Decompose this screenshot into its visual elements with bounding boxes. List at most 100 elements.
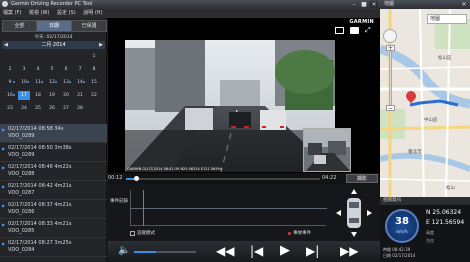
calendar-day[interactable]: 3: [18, 65, 30, 74]
left-panel: 全部 日期 已保護 今天: 02/17/2014 ◀ 二月 2014 ▶ 123…: [0, 18, 107, 262]
tab-date[interactable]: 日期: [36, 20, 72, 32]
calendar-day[interactable]: 12: [46, 78, 58, 87]
clip-list-item[interactable]: ▶ 02/17/2014 08:42 4m21s VDO_0287: [0, 181, 107, 200]
month-header: ◀ 二月 2014 ▶: [2, 41, 105, 49]
pip-scene: [304, 129, 350, 171]
camera-icon[interactable]: [350, 27, 359, 34]
event-graph[interactable]: [130, 190, 327, 226]
clip-list-item[interactable]: ▶ 02/17/2014 08:50 3m38s VDO_0289: [0, 143, 107, 162]
calendar-day[interactable]: 1: [88, 52, 100, 61]
map-place-label: 中山區: [424, 118, 438, 123]
calendar-day[interactable]: 14: [74, 78, 86, 87]
volume-slider[interactable]: [134, 251, 196, 253]
calendar-day[interactable]: 20: [60, 91, 72, 100]
calendar-day[interactable]: 2: [4, 65, 16, 74]
calendar-day[interactable]: 27: [60, 104, 72, 113]
next-frame-icon[interactable]: ▶|: [306, 244, 319, 258]
window-title: Garmin Driving Recorder PC Tool: [11, 1, 93, 7]
tab-all[interactable]: 全部: [2, 20, 37, 32]
menu-help[interactable]: 說明 (H): [80, 9, 105, 18]
clip-play-icon: ▶: [2, 127, 6, 132]
calendar-day[interactable]: 8: [88, 65, 100, 74]
menu-settings[interactable]: 設定 (S): [54, 9, 79, 18]
zoom-in-button[interactable]: +: [386, 45, 395, 52]
map-panel[interactable]: 地圖 + − 松山區 中山區 臺北市 松山: [380, 9, 470, 197]
calendar-day[interactable]: 28: [74, 104, 86, 113]
calendar-day[interactable]: 26: [46, 104, 58, 113]
calendar-day[interactable]: 10: [18, 78, 30, 87]
pip-video[interactable]: [303, 128, 351, 172]
longitude-value: E 121.56594: [426, 219, 465, 226]
rewind-icon[interactable]: ◀◀: [216, 244, 234, 258]
speedometer: 38 km/h: [385, 209, 419, 243]
calendar-day[interactable]: 5: [46, 65, 58, 74]
map-search-box[interactable]: 地圖: [427, 14, 467, 24]
calendar-day[interactable]: 17: [18, 91, 30, 100]
month-label: 二月 2014: [41, 42, 66, 48]
clip-list-item[interactable]: ▶ 02/17/2014 08:46 4m22s VDO_0288: [0, 162, 107, 181]
map-close-button[interactable]: ✕: [460, 1, 468, 8]
close-button[interactable]: ✕: [370, 1, 378, 8]
calendar-day[interactable]: 13: [60, 78, 72, 87]
calendar-day[interactable]: 4: [32, 65, 44, 74]
calendar-day[interactable]: 18: [32, 91, 44, 100]
seek-track[interactable]: [126, 176, 320, 181]
elapsed-time: 00:12: [108, 175, 123, 181]
previous-frame-icon[interactable]: |◀: [250, 244, 263, 258]
fullscreen-icon[interactable]: ⤢: [365, 27, 371, 34]
fast-forward-icon[interactable]: ▶▶: [340, 244, 358, 258]
clip-list-item[interactable]: ▶ 02/17/2014 08:27 3m25s VDO_0284: [0, 238, 107, 257]
clip-list-item[interactable]: ▶ 02/17/2014 08:33 4m21s VDO_0285: [0, 219, 107, 238]
calendar-day[interactable]: 6: [60, 65, 72, 74]
clip-time: 02/17/2014 08:27 3m25s: [8, 240, 72, 246]
menu-file[interactable]: 檔案 (F): [0, 9, 24, 18]
menu-view[interactable]: 檢視 (W): [26, 9, 52, 18]
clip-play-icon: ▶: [2, 222, 6, 227]
map-pan-control[interactable]: [383, 29, 397, 43]
calendar-day[interactable]: 15: [88, 78, 100, 87]
calendar-day[interactable]: 16: [4, 91, 16, 100]
map-zoom-slider[interactable]: [389, 47, 392, 107]
clip-list: ▶ 02/17/2014 08:58 34s VDO_0289 ▶ 02/17/2014…: [0, 124, 107, 262]
clip-time: 02/17/2014 08:33 4m21s: [8, 221, 72, 227]
calendar-day[interactable]: 22: [88, 91, 100, 100]
calendar-day[interactable]: 11: [32, 78, 44, 87]
play-icon[interactable]: ▶: [280, 244, 290, 258]
calendar-day: [4, 52, 16, 61]
calendar-day[interactable]: 25: [32, 104, 44, 113]
event-marker-label: 事故事件: [293, 231, 311, 236]
menu-bar: 檔案 (F) 檢視 (W) 設定 (S) 說明 (H): [0, 9, 380, 18]
calendar-day: [46, 52, 58, 61]
maximize-button[interactable]: ■: [360, 1, 368, 8]
seek-handle[interactable]: [133, 176, 139, 181]
calendar-day[interactable]: 21: [74, 91, 86, 100]
clip-name: VDO_0289: [8, 152, 35, 158]
calendar-day[interactable]: 24: [18, 104, 30, 113]
minimize-button[interactable]: –: [350, 1, 358, 8]
calendar-day[interactable]: 7: [74, 65, 86, 74]
calendar-day: [32, 52, 44, 61]
calendar-day: [60, 52, 72, 61]
gps-info-panel: 相關資訊 38 km/h N 25.06324 E 121.56594 高度 方…: [380, 197, 470, 262]
tab-protected[interactable]: 已保護: [71, 20, 107, 32]
clip-name: VDO_0285: [8, 228, 35, 234]
next-month-button[interactable]: ▶: [99, 41, 103, 49]
clip-time: 02/17/2014 08:46 4m22s: [8, 164, 72, 170]
calendar-day[interactable]: 9: [4, 78, 16, 87]
clip-name: VDO_0288: [8, 171, 35, 177]
volume-icon[interactable]: 🔈: [118, 245, 130, 257]
clip-list-item[interactable]: ▶ 02/17/2014 08:58 34s VDO_0289: [0, 124, 107, 143]
clip-time: 02/17/2014 08:58 34s: [8, 126, 64, 132]
tracking-checkbox[interactable]: [130, 231, 135, 236]
car-sensor-diagram: [334, 188, 374, 238]
calendar-day[interactable]: 19: [46, 91, 58, 100]
calendar-day[interactable]: 23: [4, 104, 16, 113]
clip-name: VDO_0287: [8, 190, 35, 196]
zoom-out-button[interactable]: −: [386, 105, 395, 112]
map-place-label: 松山: [446, 186, 455, 191]
speed-unit: km/h: [396, 230, 408, 235]
snapshot-button[interactable]: 擷影: [346, 174, 378, 183]
clip-list-item[interactable]: ▶ 02/17/2014 08:37 4m21s VDO_0286: [0, 200, 107, 219]
window-mode-icon[interactable]: [335, 27, 344, 34]
calendar-day: [88, 104, 100, 113]
